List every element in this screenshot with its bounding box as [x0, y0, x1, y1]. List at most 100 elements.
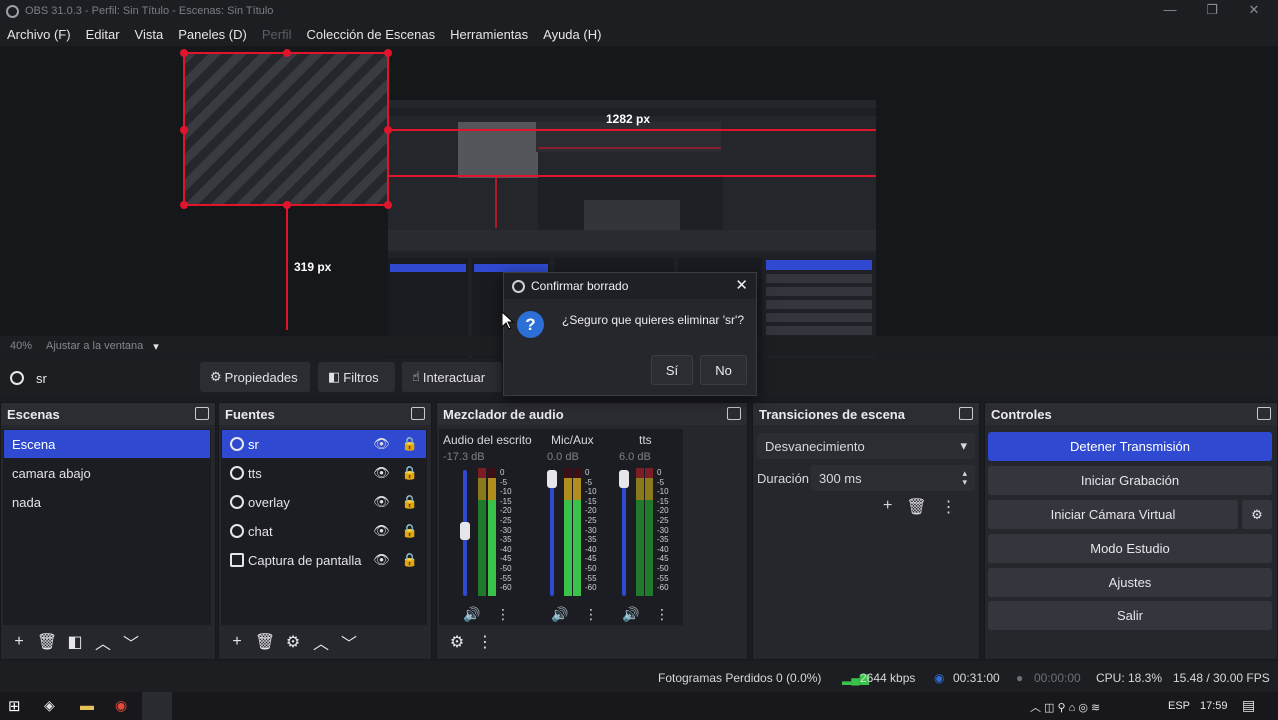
interact-label: Interactuar [422, 369, 486, 385]
menu-paneles[interactable]: Paneles (D) [178, 27, 247, 42]
zoom-fit-label[interactable]: Ajustar a la ventana [46, 340, 143, 352]
advanced-audio-gear-icon[interactable]: ⚙ [443, 629, 471, 655]
start-recording-button[interactable]: Iniciar Grabación [988, 466, 1272, 495]
menu-vista[interactable]: Vista [135, 27, 164, 42]
folder-icon[interactable]: ▬ [80, 697, 94, 713]
virtual-camera-gear-icon[interactable]: ⚙ [1242, 500, 1272, 529]
duration-value: 300 ms [819, 470, 862, 486]
add-icon[interactable]: + [883, 497, 892, 517]
scene-item[interactable]: Escena [4, 430, 210, 458]
notifications-icon[interactable]: ▤ [1242, 697, 1255, 714]
filters-button[interactable]: ◧ Filtros [318, 362, 395, 392]
duration-input[interactable]: 300 ms ▴ ▾ [811, 465, 975, 491]
up-arrow-icon[interactable]: ︿ [89, 629, 117, 655]
menu-archivo[interactable]: Archivo (F) [7, 27, 71, 42]
virtual-camera-button[interactable]: Iniciar Cámara Virtual [988, 500, 1238, 529]
source-item[interactable]: sr 👁 🔒 [222, 430, 426, 458]
trash-icon[interactable]: 🗑 [906, 497, 926, 517]
vu-meter [478, 468, 486, 596]
confirm-delete-dialog: Confirmar borrado ✕ ? ¿Seguro que quiere… [503, 272, 757, 396]
speaker-icon[interactable]: 🔊 [622, 606, 639, 623]
maximize-icon[interactable]: ❐ [1192, 0, 1232, 22]
chevron-down-icon: ▾ [960, 438, 967, 453]
down-arrow-icon[interactable]: ﹀ [335, 629, 363, 655]
minimize-icon[interactable]: — [1150, 0, 1190, 22]
undock-icon[interactable] [195, 407, 209, 420]
volume-slider-knob[interactable] [619, 470, 629, 488]
width-guide-label: 1282 px [606, 112, 651, 126]
speaker-icon[interactable]: 🔊 [463, 606, 480, 623]
tray-icons[interactable]: ︿ ◫ ⚲ ⌂ ◎ ≋ [1030, 699, 1100, 715]
no-button[interactable]: No [700, 355, 747, 385]
volume-slider-knob[interactable] [547, 470, 557, 488]
speaker-icon[interactable]: 🔊 [551, 606, 568, 623]
filter-icon[interactable]: ◧ [61, 629, 89, 655]
obs-taskbar-icon[interactable] [142, 692, 172, 720]
close-icon[interactable]: ✕ [735, 276, 748, 294]
more-menu-icon[interactable]: ⋮ [496, 606, 510, 623]
up-arrow-icon[interactable]: ︿ [307, 629, 335, 655]
filter-icon: ◧ [328, 369, 341, 384]
more-menu-icon[interactable]: ⋮ [655, 606, 669, 623]
transition-select[interactable]: Desvanecimiento ▾ [757, 433, 975, 459]
language-indicator[interactable]: ESP [1168, 700, 1190, 712]
undock-icon[interactable] [727, 407, 741, 420]
chrome-icon[interactable]: ◉ [115, 697, 127, 714]
lock-icon[interactable]: 🔒 [402, 494, 418, 510]
transitions-title: Transiciones de escena [759, 406, 905, 422]
exit-button[interactable]: Salir [988, 601, 1272, 630]
settings-button[interactable]: Ajustes [988, 568, 1272, 597]
add-icon[interactable]: + [223, 629, 251, 655]
source-item[interactable]: tts 👁 🔒 [222, 459, 426, 487]
menu-coleccion[interactable]: Colección de Escenas [306, 27, 435, 42]
add-icon[interactable]: + [5, 629, 33, 655]
source-label: chat [248, 523, 273, 539]
windows-start-icon[interactable]: ⊞ [8, 697, 21, 715]
eye-icon[interactable]: 👁 [373, 523, 390, 539]
clock[interactable]: 17:59 [1200, 700, 1228, 712]
lock-icon[interactable]: 🔒 [402, 436, 418, 452]
close-icon[interactable]: ✕ [1234, 0, 1274, 22]
volume-slider[interactable] [550, 470, 554, 596]
down-arrow-icon[interactable]: ﹀ [117, 629, 145, 655]
interact-button[interactable]: ☝ Interactuar [402, 362, 502, 392]
source-item[interactable]: Captura de pantalla 👁 🔒 [222, 546, 426, 574]
app-icon[interactable]: ◈ [44, 697, 55, 714]
lock-icon[interactable]: 🔒 [402, 465, 418, 481]
undock-icon[interactable] [411, 407, 425, 420]
windows-taskbar: ⊞ ◈ ▬ ◉ ︿ ◫ ⚲ ⌂ ◎ ≋ ESP 17:59 ▤ [0, 692, 1278, 720]
source-label: Captura de pantalla [248, 552, 362, 568]
gear-icon[interactable]: ⚙ [279, 629, 307, 655]
volume-slider-knob[interactable] [460, 522, 470, 540]
studio-mode-button[interactable]: Modo Estudio [988, 534, 1272, 563]
trash-icon[interactable]: 🗑 [251, 629, 279, 655]
source-item[interactable]: overlay 👁 🔒 [222, 488, 426, 516]
eye-icon[interactable]: 👁 [373, 465, 390, 481]
menu-editar[interactable]: Editar [86, 27, 120, 42]
trash-icon[interactable]: 🗑 [33, 629, 61, 655]
properties-button[interactable]: ⚙ Propiedades [200, 362, 310, 392]
eye-icon[interactable]: 👁 [373, 494, 390, 510]
eye-icon[interactable]: 👁 [373, 436, 390, 452]
yes-button[interactable]: Sí [651, 355, 693, 385]
more-menu-icon[interactable]: ⋮ [941, 497, 957, 517]
menu-perfil[interactable]: Perfil [262, 27, 292, 42]
menu-herramientas[interactable]: Herramientas [450, 27, 528, 42]
channel-db: 0.0 dB [547, 451, 579, 463]
eye-icon[interactable]: 👁 [373, 552, 390, 568]
undock-icon[interactable] [959, 407, 973, 420]
volume-slider[interactable] [622, 470, 626, 596]
source-item[interactable]: chat 👁 🔒 [222, 517, 426, 545]
more-menu-icon[interactable]: ⋮ [471, 629, 499, 655]
more-menu-icon[interactable]: ⋮ [584, 606, 598, 623]
scene-item[interactable]: nada [4, 488, 210, 516]
lock-icon[interactable]: 🔒 [402, 523, 418, 539]
stop-stream-button[interactable]: Detener Transmisión [988, 432, 1272, 461]
menu-ayuda[interactable]: Ayuda (H) [543, 27, 601, 42]
spin-icon[interactable]: ▴ ▾ [962, 469, 967, 487]
scene-item[interactable]: camara abajo [4, 459, 210, 487]
lock-icon[interactable]: 🔒 [402, 552, 418, 568]
zoom-dropdown-icon[interactable]: ▾ [153, 340, 159, 353]
rec-time: 00:00:00 [1034, 671, 1081, 685]
undock-icon[interactable] [1257, 407, 1271, 420]
